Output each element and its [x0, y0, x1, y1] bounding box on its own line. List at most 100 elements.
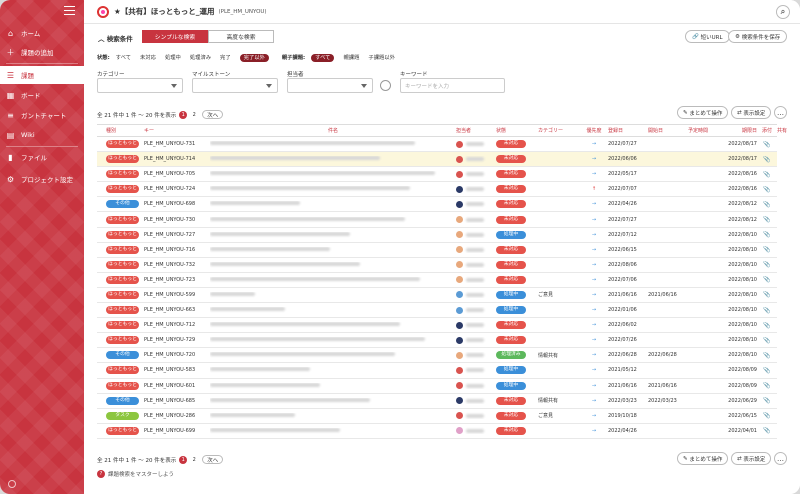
- column-header[interactable]: 種別: [97, 127, 144, 134]
- issue-key-link[interactable]: PLE_HM_UNYOU-698: [144, 201, 210, 207]
- issue-key-link[interactable]: PLE_HM_UNYOU-583: [144, 367, 210, 373]
- issue-key-link[interactable]: PLE_HM_UNYOU-286: [144, 413, 210, 419]
- settings-circle-icon[interactable]: [8, 480, 16, 488]
- attachment-icon[interactable]: 📎: [757, 412, 777, 419]
- table-row[interactable]: ほっともっと PLE_HM_UNYOU-732 未対応 → 2022/08/06 2022…: [97, 258, 777, 273]
- attachment-icon[interactable]: 📎: [757, 216, 777, 223]
- issue-key-link[interactable]: PLE_HM_UNYOU-727: [144, 232, 210, 238]
- table-row[interactable]: ほっともっと PLE_HM_UNYOU-731 未対応 → 2022/07/27 2022…: [97, 137, 777, 153]
- sidebar-item-board[interactable]: ▦ ボード: [0, 86, 84, 104]
- more-icon[interactable]: …: [774, 452, 787, 465]
- table-row[interactable]: ほっともっと PLE_HM_UNYOU-727 処理中 → 2022/07/12 2022…: [97, 228, 777, 243]
- issue-key-link[interactable]: PLE_HM_UNYOU-601: [144, 383, 210, 389]
- keyword-input[interactable]: キーワードを入力: [400, 78, 505, 93]
- issue-key-link[interactable]: PLE_HM_UNYOU-705: [144, 171, 210, 177]
- table-row[interactable]: その他 PLE_HM_UNYOU-698 未対応 → 2022/04/26 2022/08…: [97, 197, 777, 213]
- column-header[interactable]: 共有: [777, 127, 797, 134]
- summary-cell[interactable]: [210, 397, 456, 404]
- attachment-icon[interactable]: 📎: [757, 337, 777, 344]
- issue-key-link[interactable]: PLE_HM_UNYOU-724: [144, 186, 210, 192]
- attachment-icon[interactable]: 📎: [757, 307, 777, 314]
- status-option[interactable]: 未対応: [140, 55, 156, 61]
- attachment-icon[interactable]: 📎: [757, 382, 777, 389]
- page-1[interactable]: 1: [179, 110, 188, 119]
- attachment-icon[interactable]: 📎: [757, 291, 777, 298]
- more-icon[interactable]: …: [774, 106, 787, 119]
- tab-simple-search[interactable]: シンプルな検索: [142, 30, 208, 43]
- column-header[interactable]: 開始日: [648, 127, 688, 134]
- status-option[interactable]: 処理中: [165, 55, 181, 61]
- column-header[interactable]: 担当者: [456, 127, 496, 134]
- page-1[interactable]: 1: [179, 455, 188, 464]
- status-option[interactable]: すべて: [116, 55, 131, 61]
- summary-cell[interactable]: [210, 322, 456, 328]
- display-settings-button[interactable]: ⇄ 表示設定: [731, 106, 772, 119]
- attachment-icon[interactable]: 📎: [757, 246, 777, 253]
- column-header[interactable]: 期限日: [721, 127, 757, 134]
- sidebar-item-gantt[interactable]: ≡ ガントチャート: [0, 106, 84, 124]
- table-row[interactable]: ほっともっと PLE_HM_UNYOU-714 未対応 → 2022/06/06 2022…: [97, 152, 777, 168]
- next-page-button[interactable]: 次へ: [202, 110, 224, 119]
- table-row[interactable]: その他 PLE_HM_UNYOU-685 未対応 情報共有 → 2022/03/23 202…: [97, 394, 777, 409]
- short-url-button[interactable]: 🔗 短いURL: [685, 30, 730, 43]
- issue-key-link[interactable]: PLE_HM_UNYOU-714: [144, 156, 210, 162]
- sidebar-item-folder[interactable]: ▮ ファイル: [0, 148, 84, 166]
- hamburger-icon[interactable]: [64, 6, 75, 15]
- page-2[interactable]: 2: [190, 111, 198, 119]
- table-row[interactable]: ほっともっと PLE_HM_UNYOU-730 未対応 → 2022/07/27 2022…: [97, 212, 777, 228]
- summary-cell[interactable]: [210, 201, 456, 207]
- attachment-icon[interactable]: 📎: [757, 171, 777, 178]
- summary-cell[interactable]: [210, 216, 456, 223]
- status-option[interactable]: 処理済み: [190, 55, 211, 61]
- issue-key-link[interactable]: PLE_HM_UNYOU-716: [144, 247, 210, 253]
- summary-cell[interactable]: [210, 291, 456, 298]
- column-header[interactable]: 優先度: [580, 127, 608, 134]
- sidebar-item-wiki[interactable]: ▤ Wiki: [0, 126, 84, 144]
- column-header[interactable]: カテゴリー: [538, 127, 580, 134]
- issue-key-link[interactable]: PLE_HM_UNYOU-732: [144, 262, 210, 268]
- issue-key-link[interactable]: PLE_HM_UNYOU-720: [144, 352, 210, 358]
- sidebar-item-plus[interactable]: ＋ 課題の追加: [0, 43, 84, 61]
- summary-cell[interactable]: [210, 141, 456, 147]
- summary-cell[interactable]: [210, 307, 456, 313]
- column-header[interactable]: キー: [144, 127, 210, 134]
- issue-key-link[interactable]: PLE_HM_UNYOU-730: [144, 217, 210, 223]
- table-row[interactable]: ほっともっと PLE_HM_UNYOU-705 未対応 → 2022/05/17 2022…: [97, 167, 777, 183]
- tab-advanced-search[interactable]: 高度な検索: [208, 30, 274, 43]
- issue-key-link[interactable]: PLE_HM_UNYOU-699: [144, 428, 210, 434]
- page-2[interactable]: 2: [190, 456, 198, 464]
- parent-option[interactable]: 子課題以外: [368, 55, 395, 61]
- column-header[interactable]: 状態: [496, 127, 538, 134]
- summary-cell[interactable]: [210, 427, 456, 434]
- myself-icon[interactable]: [380, 80, 391, 91]
- attachment-icon[interactable]: 📎: [757, 322, 777, 329]
- summary-cell[interactable]: [210, 337, 456, 343]
- column-header[interactable]: 件名: [210, 127, 456, 134]
- issue-key-link[interactable]: PLE_HM_UNYOU-723: [144, 277, 210, 283]
- attachment-icon[interactable]: 📎: [757, 156, 777, 163]
- issue-key-link[interactable]: PLE_HM_UNYOU-729: [144, 337, 210, 343]
- attachment-icon[interactable]: 📎: [757, 367, 777, 374]
- summary-cell[interactable]: [210, 261, 456, 268]
- table-row[interactable]: ほっともっと PLE_HM_UNYOU-583 処理中 → 2021/05/12 2022…: [97, 363, 777, 379]
- summary-cell[interactable]: [210, 246, 456, 253]
- issue-key-link[interactable]: PLE_HM_UNYOU-685: [144, 398, 210, 404]
- summary-cell[interactable]: [210, 367, 456, 373]
- parent-option[interactable]: 親課題: [343, 55, 359, 61]
- attachment-icon[interactable]: 📎: [757, 352, 777, 359]
- summary-cell[interactable]: [210, 171, 456, 177]
- table-row[interactable]: ほっともっと PLE_HM_UNYOU-663 処理中 → 2022/01/06 2022…: [97, 303, 777, 319]
- status-option[interactable]: 完了以外: [239, 54, 269, 62]
- attachment-icon[interactable]: 📎: [757, 231, 777, 238]
- summary-cell[interactable]: [210, 186, 456, 192]
- category-select[interactable]: [97, 78, 183, 93]
- attachment-icon[interactable]: 📎: [757, 186, 777, 193]
- parent-option[interactable]: すべて: [311, 54, 335, 62]
- issue-key-link[interactable]: PLE_HM_UNYOU-731: [144, 141, 210, 147]
- table-row[interactable]: ほっともっと PLE_HM_UNYOU-699 未対応 → 2022/04/26 2022…: [97, 424, 777, 439]
- attachment-icon[interactable]: 📎: [757, 276, 777, 283]
- next-page-button[interactable]: 次へ: [202, 455, 224, 464]
- issue-key-link[interactable]: PLE_HM_UNYOU-712: [144, 322, 210, 328]
- sidebar-item-list[interactable]: ☰ 課題: [0, 66, 84, 84]
- search-icon[interactable]: ⌕: [776, 5, 790, 19]
